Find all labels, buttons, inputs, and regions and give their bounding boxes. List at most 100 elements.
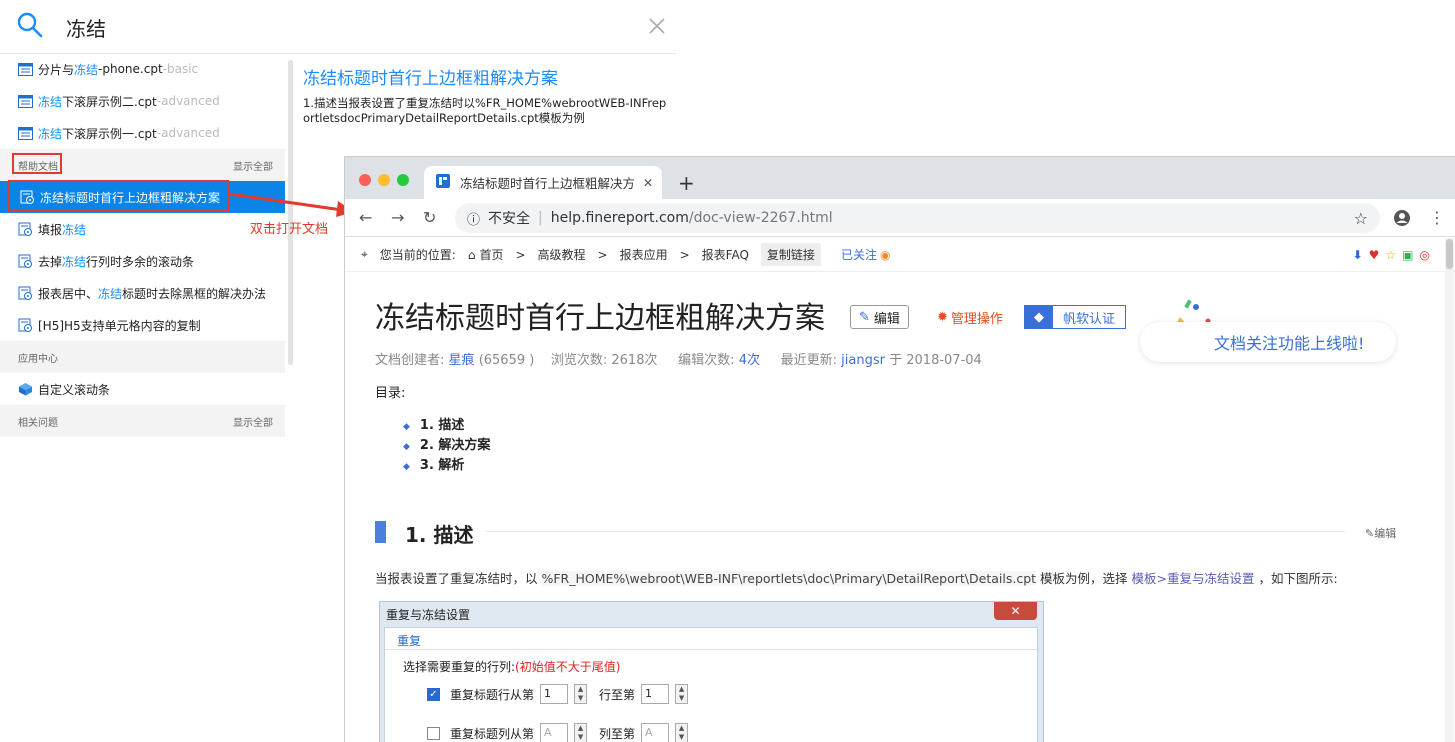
close-icon[interactable] xyxy=(648,17,666,35)
insecure-label: 不安全 xyxy=(488,211,531,227)
diamond-icon: ◆ xyxy=(1025,306,1053,328)
updater-link[interactable]: jiangsr xyxy=(841,353,885,368)
browser-toolbar: ← → ↻ ⓘ 不安全 | help.finereport.com/doc-vi… xyxy=(345,199,1455,237)
certification-badge[interactable]: ◆ 帆软认证 xyxy=(1024,305,1127,329)
minimize-window-button[interactable] xyxy=(378,174,390,186)
spinner-arrows-icon: ▲ ▼ xyxy=(675,684,689,704)
result-item[interactable]: 去掉 冻结 行列时多余的滚动条 xyxy=(0,245,285,277)
spinner-arrows-icon: ▲ ▼ xyxy=(574,723,588,742)
creator-link[interactable]: 星痕 xyxy=(449,353,475,368)
edit-label: 编辑 xyxy=(873,311,900,327)
result-text: 标题时去除黑框的解决办法 xyxy=(122,286,267,301)
result-item[interactable]: 报表居中、 冻结 标题时去除黑框的解决办法 xyxy=(0,277,285,309)
toc-heading: 目录: xyxy=(375,386,406,401)
checkbox-checked-icon: ✓ xyxy=(427,687,440,701)
manage-label: 管理操作 xyxy=(950,311,1003,327)
result-highlight: 冻结 xyxy=(74,62,99,77)
section-edit-link[interactable]: ✎编辑 xyxy=(1365,525,1396,541)
help-doc-icon xyxy=(18,254,33,268)
page-scrollbar[interactable] xyxy=(1445,238,1454,742)
account-icon[interactable] xyxy=(1393,209,1411,227)
cert-label: 帆软认证 xyxy=(1063,311,1116,327)
breadcrumb-item[interactable]: 报表FAQ xyxy=(702,246,749,263)
breadcrumb: ⌖ 您当前的位置: ⌂ 首页 > 高级教程 > 报表应用 > 报表FAQ 复制链接 已… xyxy=(345,238,1455,272)
dialog-row-cols: 重复标题列从第 A ▲ ▼ 列至第 A ▲ ▼ xyxy=(427,723,689,742)
breadcrumb-item[interactable]: 高级教程 xyxy=(538,246,586,263)
reload-icon[interactable]: ↻ xyxy=(423,208,436,227)
address-bar[interactable]: ⓘ 不安全 | help.finereport.com/doc-view-226… xyxy=(455,203,1380,233)
paragraph: 当报表设置了重复冻结时，以 %FR_HOME%\webroot\WEB-INF\… xyxy=(375,568,1338,587)
page-scrollbar-thumb[interactable] xyxy=(1446,239,1453,269)
close-window-button[interactable] xyxy=(359,174,371,186)
result-item[interactable]: 冻结 下滚屏示例一.cpt -advanced xyxy=(0,117,285,149)
toc-link[interactable]: 1. 描述 xyxy=(420,418,465,433)
new-tab-icon[interactable]: + xyxy=(678,171,695,195)
gear-icon: ✹ xyxy=(937,309,948,325)
show-all-link[interactable]: 显示全部 xyxy=(233,414,273,429)
toc-link[interactable]: 3. 解析 xyxy=(420,458,465,473)
toc-item[interactable]: ◆ 2. 解决方案 xyxy=(403,434,490,453)
toc-link[interactable]: 2. 解决方案 xyxy=(420,438,491,453)
close-tab-icon[interactable]: ✕ xyxy=(643,176,653,190)
forward-icon[interactable]: → xyxy=(391,208,404,227)
search-results: 分片与 冻结 -phone.cpt -basic 冻结 下滚屏示例二.cpt -advan… xyxy=(0,55,296,460)
search-icon xyxy=(17,12,43,38)
toc-item[interactable]: ◆ 3. 解析 xyxy=(403,454,464,473)
result-item[interactable]: 自定义滚动条 xyxy=(0,373,285,405)
result-text: 去掉 xyxy=(38,254,63,269)
row-label: 重复标题列从第 xyxy=(450,726,535,741)
menu-path-link[interactable]: 模板>重复与冻结设置 xyxy=(1132,571,1255,586)
row-label: 列至第 xyxy=(599,726,636,741)
eye-icon: ◉ xyxy=(879,247,891,262)
toc-item[interactable]: ◆ 1. 描述 xyxy=(403,414,464,433)
meta-label: 最近更新: xyxy=(780,353,838,368)
breadcrumb-label: 您当前的位置: xyxy=(379,248,456,262)
breadcrumb-item[interactable]: 报表应用 xyxy=(620,246,668,263)
copy-link-button[interactable]: 复制链接 xyxy=(760,243,821,266)
edit-button[interactable]: ✎ 编辑 xyxy=(850,305,909,329)
result-text: [H5]H5支持单元格内容的复制 xyxy=(38,318,201,333)
edits-count[interactable]: 4次 xyxy=(739,353,760,368)
pencil-icon: ✎ xyxy=(1365,527,1375,540)
annotation-box xyxy=(12,153,62,174)
meta-label: 浏览次数: xyxy=(550,353,608,368)
search-bar: 冻结 xyxy=(0,0,676,54)
menu-icon[interactable]: ⋮ xyxy=(1429,208,1445,227)
doc-meta: 文档创建者: 星痕 (65659 ) 浏览次数: 2618次 编辑次数: 4次 … xyxy=(375,349,982,368)
maximize-window-button[interactable] xyxy=(397,174,409,186)
site-favicon-icon xyxy=(436,174,450,191)
breadcrumb-home[interactable]: 首页 xyxy=(479,246,503,263)
creator-id: (65659 ) xyxy=(478,353,535,368)
result-tag: -advanced xyxy=(156,126,220,140)
help-doc-icon xyxy=(18,286,33,300)
share-icons[interactable]: ⬇♥☆▣◎ xyxy=(1353,248,1436,262)
note-text: 选择需要重复的行列: xyxy=(403,660,516,674)
manage-button[interactable]: ✹ 管理操作 xyxy=(929,305,1011,329)
meta-label: 编辑次数: xyxy=(678,353,735,368)
tab-title: 冻结标题时首行上边框粗解决方 xyxy=(460,176,635,191)
spinner-arrows-icon: ▲ ▼ xyxy=(675,723,689,742)
home-icon: ⌂ xyxy=(467,247,476,262)
section-marker xyxy=(375,521,386,543)
result-highlight: 冻结 xyxy=(38,94,63,109)
back-icon[interactable]: ← xyxy=(359,208,372,227)
browser-tab[interactable]: 冻结标题时首行上边框粗解决方 ✕ xyxy=(424,166,662,199)
follow-status[interactable]: 已关注 xyxy=(841,246,877,263)
follow-banner[interactable]: 文档关注功能上线啦! xyxy=(1140,292,1398,364)
bookmark-star-icon[interactable]: ☆ xyxy=(1354,209,1368,228)
row-label: 行至第 xyxy=(599,687,636,702)
result-item[interactable]: [H5]H5支持单元格内容的复制 xyxy=(0,309,285,341)
show-all-link[interactable]: 显示全部 xyxy=(233,158,273,173)
updated-date: 于 2018-07-04 xyxy=(889,353,982,368)
result-item[interactable]: 冻结 下滚屏示例二.cpt -advanced xyxy=(0,85,285,117)
section-label: 应用中心 xyxy=(18,353,58,365)
section-edit-label: 编辑 xyxy=(1374,527,1397,540)
result-item[interactable]: 分片与 冻结 -phone.cpt -basic xyxy=(0,55,285,85)
result-text: 行列时多余的滚动条 xyxy=(86,254,195,269)
template-file-icon xyxy=(18,62,33,76)
result-highlight: 冻结 xyxy=(62,254,87,269)
dialog-divider xyxy=(385,649,1037,650)
search-input[interactable]: 冻结 xyxy=(66,13,106,42)
bullet-icon: ◆ xyxy=(403,462,410,472)
note-warning: (初始值不大于尾值) xyxy=(515,660,621,674)
